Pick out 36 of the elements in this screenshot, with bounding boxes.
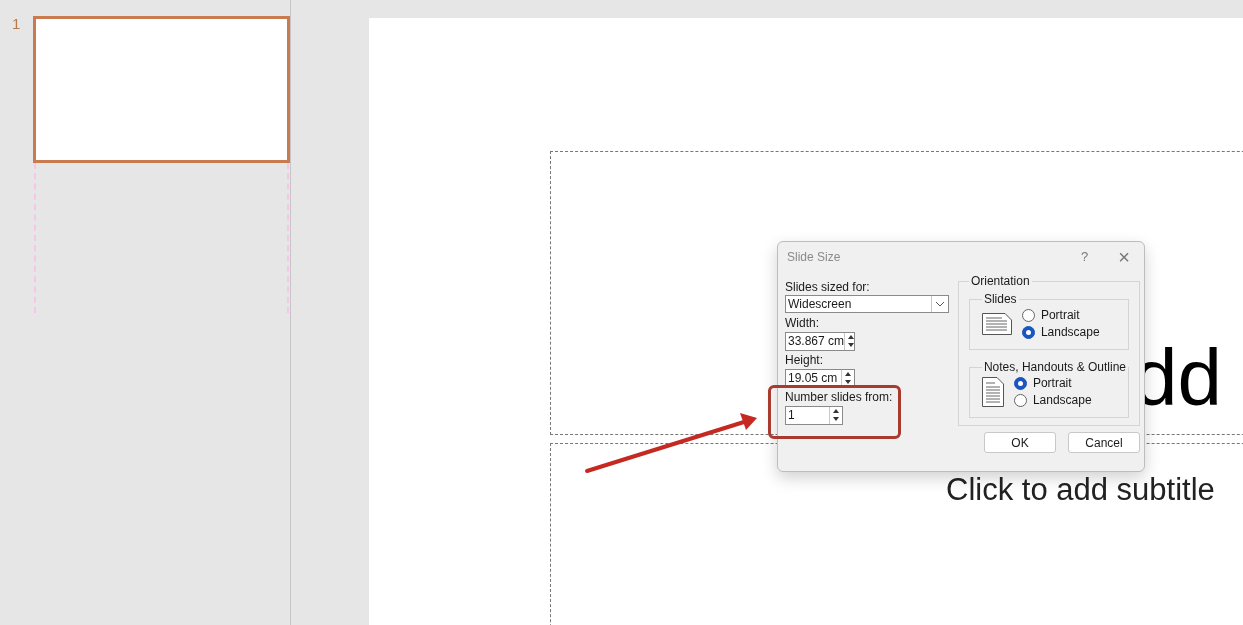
group-label: Notes, Handouts & Outline (982, 359, 1127, 376)
field-label: Height: (785, 353, 825, 367)
help-button[interactable]: ? (1081, 247, 1089, 267)
field-value: 1 (787, 407, 796, 424)
radio-button[interactable] (1021, 308, 1035, 322)
slide-thumbnail[interactable] (33, 16, 290, 163)
radio-label: Portrait (1032, 376, 1072, 390)
up-arrow-icon[interactable] (830, 407, 842, 415)
dropdown-value: Widescreen (787, 296, 853, 312)
spin-field[interactable]: 33.867 cm (785, 332, 855, 351)
portrait-page-icon (981, 376, 1004, 407)
field-value: 33.867 cm (787, 333, 845, 350)
radio-label: Portrait (1040, 308, 1080, 322)
dialog-button[interactable]: OK (984, 432, 1056, 453)
down-arrow-icon[interactable] (842, 378, 854, 386)
dialog-button[interactable]: Cancel (1068, 432, 1140, 453)
landscape-page-icon (981, 312, 1012, 335)
radio-label: Landscape (1032, 393, 1092, 407)
field-label: Number slides from: (785, 390, 894, 404)
field-label: Width: (785, 316, 820, 330)
group-label: Slides (982, 291, 1018, 308)
dialog-title: Slide Size (787, 249, 842, 266)
subtitle-text: Click to add subtitle (946, 472, 1215, 507)
slide-number: 1 (11, 16, 22, 34)
radio-label: Landscape (1040, 325, 1100, 339)
size-dropdown[interactable]: Widescreen (785, 295, 949, 313)
radio-button[interactable] (1013, 376, 1027, 390)
down-arrow-icon[interactable] (830, 415, 842, 423)
radio-button[interactable] (1021, 325, 1035, 339)
group-label: Orientation (969, 273, 1031, 290)
radio-button[interactable] (1013, 393, 1027, 407)
spin-field[interactable]: 1 (785, 406, 843, 425)
field-value: 19.05 cm (787, 370, 839, 387)
close-button[interactable]: × (1118, 247, 1130, 267)
up-arrow-icon[interactable] (842, 370, 854, 378)
field-label: Slides sized for: (785, 280, 871, 294)
